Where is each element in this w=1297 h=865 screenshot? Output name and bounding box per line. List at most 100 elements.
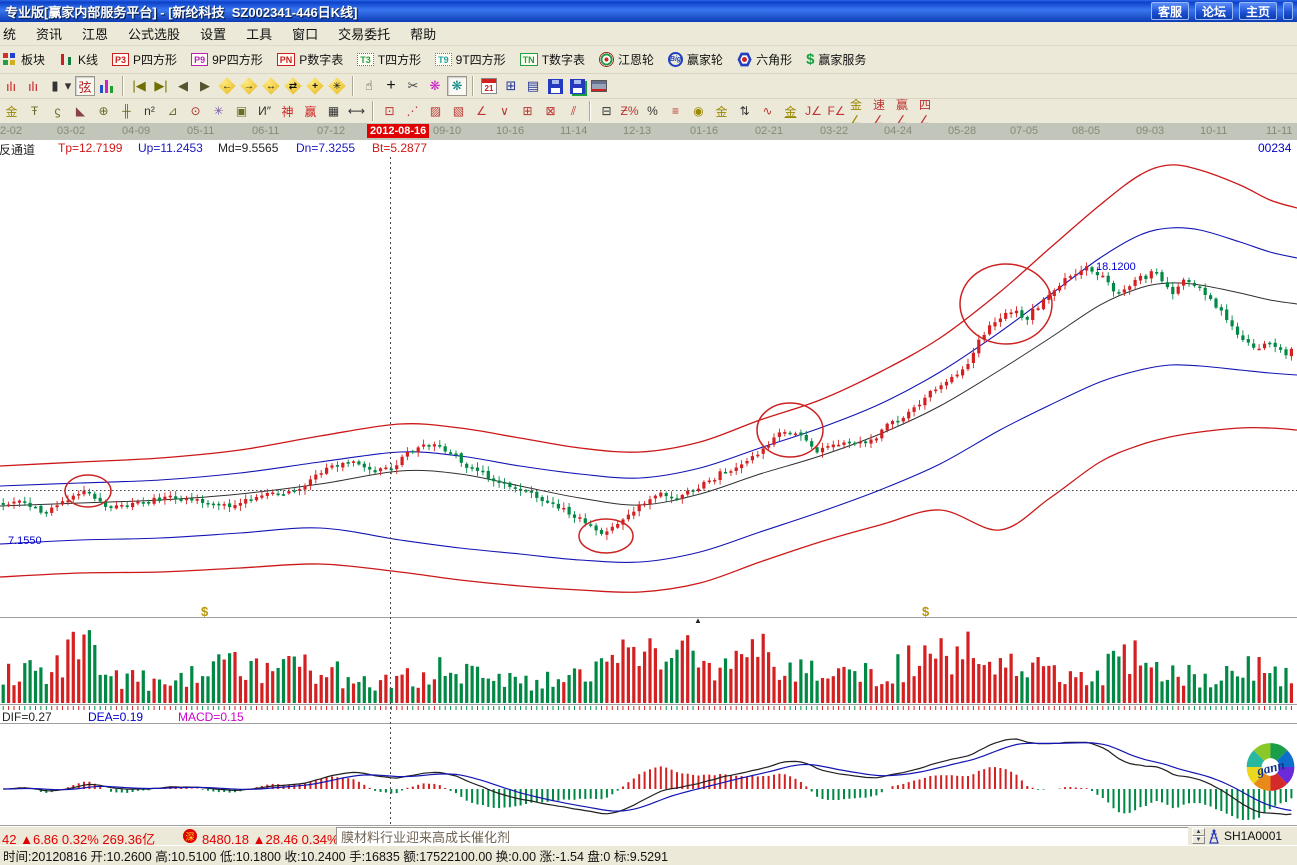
analysis-pink-icon[interactable]: ❋: [425, 76, 445, 96]
draw-wave-icon[interactable]: ∿: [757, 101, 778, 121]
draw-gold-circle-icon[interactable]: ◉: [688, 101, 709, 121]
nav-prev-icon[interactable]: ◀: [173, 76, 193, 96]
toolbar-item-9t-square[interactable]: T99T四方形: [435, 51, 506, 68]
toolbar-item-gann-wheel[interactable]: 江恩轮: [599, 51, 654, 68]
scroll-down-icon[interactable]: ▼: [1192, 836, 1205, 844]
toolbar-item-hexagon[interactable]: 六角形: [737, 51, 792, 68]
date-cell[interactable]: 09-10: [433, 125, 461, 137]
print-icon[interactable]: [589, 76, 609, 96]
news-ticker[interactable]: 膜材料行业迎来高成长催化剂: [336, 827, 1188, 845]
date-cell[interactable]: 07-12: [317, 125, 345, 137]
draw-angle-icon[interactable]: ⊿: [162, 101, 183, 121]
diamond-expand-icon[interactable]: ↔: [261, 76, 281, 96]
draw-grid123-icon[interactable]: ▦: [323, 101, 344, 121]
draw-grid-x-icon[interactable]: ⊠: [540, 101, 561, 121]
draw-grid-red-icon[interactable]: ⊞: [517, 101, 538, 121]
date-cell[interactable]: 10-11: [1200, 125, 1227, 137]
draw-updown-icon[interactable]: ⇅: [734, 101, 755, 121]
date-cell[interactable]: 03-02: [57, 125, 85, 137]
notes-icon[interactable]: ▤: [523, 76, 543, 96]
draw-target-icon[interactable]: ⊙: [185, 101, 206, 121]
candle-type-dropdown[interactable]: ▾: [63, 76, 73, 96]
draw-speed-angle-icon[interactable]: 速∠: [872, 101, 893, 121]
draw-f-angle-icon[interactable]: F∠: [826, 101, 847, 121]
draw-levels-icon[interactable]: ⊟: [596, 101, 617, 121]
calendar-icon[interactable]: 21: [479, 76, 499, 96]
toolbar-item-p-square[interactable]: P3P四方形: [112, 51, 177, 68]
draw-retrace-icon[interactable]: ≡: [665, 101, 686, 121]
nav-last-icon[interactable]: ▶|: [151, 76, 171, 96]
menu-item-2[interactable]: 江恩: [72, 22, 118, 45]
date-cell[interactable]: 05-28: [948, 125, 976, 137]
draw-spiral-icon[interactable]: ϛ: [47, 101, 68, 121]
draw-angle2-icon[interactable]: ∠: [471, 101, 492, 121]
nav-next-icon[interactable]: ▶: [195, 76, 215, 96]
date-cell-selected[interactable]: 2012-08-16: [367, 124, 429, 138]
draw-fan-icon[interactable]: ⋰: [402, 101, 423, 121]
date-axis[interactable]: 2-0203-0204-0905-1106-1107-122012-08-160…: [0, 123, 1297, 140]
kline-period-9-icon[interactable]: ılı: [23, 76, 43, 96]
diamond-star-icon[interactable]: ✳: [327, 76, 347, 96]
menu-item-4[interactable]: 设置: [190, 22, 236, 45]
toolbar-item-t-square[interactable]: T3T四方形: [357, 51, 421, 68]
trend-chart-icon[interactable]: [97, 76, 117, 96]
draw-wave-mark-icon[interactable]: И″: [254, 101, 275, 121]
draw-span-icon[interactable]: ⟷: [346, 101, 367, 121]
menu-item-0[interactable]: 统: [0, 22, 26, 45]
draw-square-number-icon[interactable]: n²: [139, 101, 160, 121]
diamond-right-icon[interactable]: →: [239, 76, 259, 96]
save-icon[interactable]: [545, 76, 565, 96]
draw-gold-angle-icon[interactable]: 金∠: [849, 101, 870, 121]
date-cell[interactable]: 12-13: [623, 125, 651, 137]
nav-first-icon[interactable]: |◀: [129, 76, 149, 96]
mode-toggle-icon[interactable]: 弦: [75, 76, 95, 96]
crosshair-tool-icon[interactable]: +: [381, 76, 401, 96]
draw-win-angle-icon[interactable]: 赢∠: [895, 101, 916, 121]
draw-gold-line-icon[interactable]: 金: [711, 101, 732, 121]
titlebar-button-partial[interactable]: [1283, 2, 1293, 20]
draw-gold-under-icon[interactable]: 金: [780, 101, 801, 121]
date-cell[interactable]: 01-16: [690, 125, 718, 137]
date-cell[interactable]: 07-05: [1010, 125, 1038, 137]
date-cell[interactable]: 06-11: [252, 125, 279, 137]
calculator-icon[interactable]: ⊞: [501, 76, 521, 96]
draw-box-star-icon[interactable]: ▣: [231, 101, 252, 121]
draw-j-angle-icon[interactable]: J∠: [803, 101, 824, 121]
draw-compass-icon[interactable]: ⊕: [93, 101, 114, 121]
event-dollar-marker[interactable]: $: [201, 604, 208, 619]
menu-item-1[interactable]: 资讯: [26, 22, 72, 45]
menu-item-7[interactable]: 交易委托: [328, 22, 400, 45]
menu-item-3[interactable]: 公式选股: [118, 22, 190, 45]
toolbar-item-p-number-table[interactable]: PNP数字表: [277, 51, 344, 68]
titlebar-button-1[interactable]: 论坛: [1195, 2, 1233, 20]
draw-hatch2-icon[interactable]: ▧: [448, 101, 469, 121]
scroll-up-icon[interactable]: ▲: [1192, 828, 1205, 836]
candle-type-icon[interactable]: ▮: [45, 76, 65, 96]
date-cell[interactable]: 10-16: [496, 125, 524, 137]
date-cell[interactable]: 09-03: [1136, 125, 1164, 137]
toolbar-item-blocks[interactable]: 板块: [2, 51, 45, 68]
hand-tool-icon[interactable]: ☝: [359, 76, 379, 96]
draw-slashes-icon[interactable]: ⫽: [563, 101, 584, 121]
menu-item-8[interactable]: 帮助: [400, 22, 446, 45]
event-triangle-marker[interactable]: ▲: [694, 616, 702, 625]
save-web-icon[interactable]: [567, 76, 587, 96]
draw-pct-icon[interactable]: %: [642, 101, 663, 121]
diamond-cross-icon[interactable]: +: [305, 76, 325, 96]
draw-t-icon[interactable]: Ŧ: [24, 101, 45, 121]
date-cell[interactable]: 04-09: [122, 125, 150, 137]
draw-horn-icon[interactable]: ◣: [70, 101, 91, 121]
menu-item-5[interactable]: 工具: [236, 22, 282, 45]
event-dollar-marker[interactable]: $: [922, 604, 929, 619]
draw-star-icon[interactable]: ✳: [208, 101, 229, 121]
toolbar-item-kline[interactable]: K线: [59, 51, 98, 68]
draw-four-angle-icon[interactable]: 四∠: [918, 101, 939, 121]
kline-period-3-icon[interactable]: ılı: [1, 76, 21, 96]
toolbar-item-winner-wheel[interactable]: Big赢家轮: [668, 51, 723, 68]
date-cell[interactable]: 04-24: [884, 125, 912, 137]
diamond-left-icon[interactable]: ←: [217, 76, 237, 96]
date-cell[interactable]: 02-21: [755, 125, 783, 137]
date-cell[interactable]: 08-05: [1072, 125, 1100, 137]
draw-rect-lines-icon[interactable]: ⊡: [379, 101, 400, 121]
news-scroll-buttons[interactable]: ▲ ▼: [1192, 828, 1205, 844]
